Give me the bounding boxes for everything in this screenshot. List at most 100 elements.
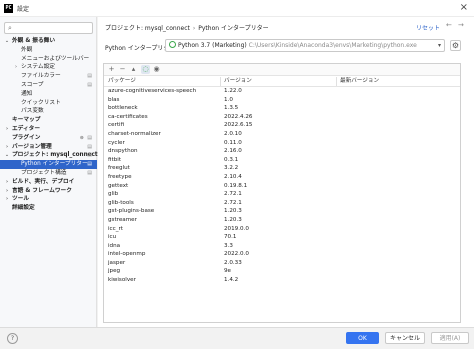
packages-panel: + − ▴ ◌ ◉ パッケージ バージョン 最新バージョン azure-cogn… xyxy=(103,63,461,323)
package-name-cell: bottleneck xyxy=(108,105,138,112)
reset-link[interactable]: リセット xyxy=(416,23,440,32)
add-package-icon[interactable]: + xyxy=(107,65,116,74)
breadcrumb-current: Python インタープリター xyxy=(198,25,269,32)
sidebar-item[interactable]: メニューおよびツールバー xyxy=(0,55,97,64)
package-version-cell: 0.11.0 xyxy=(224,139,242,146)
chevron-right-icon[interactable]: › xyxy=(4,178,10,187)
package-version-cell: 2.16.0 xyxy=(224,148,242,155)
ok-button[interactable]: OK xyxy=(346,332,379,344)
project-scope-icon: ▤ xyxy=(87,169,92,176)
sidebar-item[interactable]: › ツール xyxy=(0,195,97,204)
sidebar-item[interactable]: クイックリスト xyxy=(0,99,97,108)
sidebar-item[interactable]: Python インタープリター ▤ xyxy=(0,160,97,169)
sidebar-item-label: キーマップ xyxy=(12,117,41,124)
table-row[interactable]: jpeg 9e xyxy=(104,267,460,276)
sidebar-item[interactable]: キーマップ xyxy=(0,116,97,125)
gear-icon[interactable]: ⚙ xyxy=(450,40,461,51)
table-row[interactable]: idna 3.3 xyxy=(104,242,460,251)
table-row[interactable]: dnspython 2.16.0 xyxy=(104,147,460,156)
table-row[interactable]: ca-certificates 2022.4.26 xyxy=(104,113,460,122)
sidebar-item[interactable]: スコープ ▤ xyxy=(0,81,97,90)
table-row[interactable]: glib-tools 2.72.1 xyxy=(104,199,460,208)
sidebar-item-label: 言語 & フレームワーク xyxy=(12,187,72,194)
close-icon[interactable]: × xyxy=(460,2,468,14)
sidebar-item[interactable]: ⌄ プロジェクト: mysql_connect ▤ xyxy=(0,151,98,160)
column-package[interactable]: パッケージ xyxy=(108,76,136,87)
table-row[interactable]: jasper 2.0.33 xyxy=(104,259,460,268)
package-name-cell: jpeg xyxy=(108,268,121,275)
help-icon[interactable]: ? xyxy=(7,333,18,344)
table-row[interactable]: charset-normalizer 2.0.10 xyxy=(104,130,460,139)
chevron-right-icon[interactable]: › xyxy=(4,195,10,204)
project-scope-icon: ▤ xyxy=(87,134,92,141)
table-row[interactable]: glib 2.72.1 xyxy=(104,190,460,199)
sidebar-item[interactable]: パス変数 xyxy=(0,107,97,116)
package-name-cell: gstreamer xyxy=(108,216,137,223)
sidebar-item[interactable]: › 言語 & フレームワーク xyxy=(0,187,97,196)
sidebar-item[interactable]: 詳細設定 xyxy=(0,204,97,213)
table-row[interactable]: kiwisolver 1.4.2 xyxy=(104,276,460,285)
package-version-cell: 2022.4.26 xyxy=(224,113,253,120)
table-row[interactable]: gstreamer 1.20.3 xyxy=(104,216,460,225)
chevron-down-icon[interactable]: ⌄ xyxy=(4,151,10,160)
column-divider xyxy=(220,77,221,86)
table-row[interactable]: icu 70.1 xyxy=(104,233,460,242)
sidebar-item-label: Python インタープリター xyxy=(21,161,88,168)
packages-table-body: azure-cognitiveservices-speech 1.22.0 blas… xyxy=(104,87,460,285)
table-row[interactable]: blas 1.0 xyxy=(104,96,460,105)
package-name-cell: glib xyxy=(108,191,119,198)
table-row[interactable]: cycler 0.11.0 xyxy=(104,139,460,148)
chevron-right-icon[interactable]: › xyxy=(13,63,19,72)
interpreter-select[interactable]: Python 3.7 (Marketing) C:\Users\Kinside\… xyxy=(165,39,445,52)
package-version-cell: 3.3 xyxy=(224,242,233,249)
sidebar-item[interactable]: › エディター xyxy=(0,125,97,134)
table-row[interactable]: azure-cognitiveservices-speech 1.22.0 xyxy=(104,87,460,96)
table-row[interactable]: freetype 2.10.4 xyxy=(104,173,460,182)
forward-arrow-icon[interactable]: → xyxy=(458,21,464,29)
sidebar-item-label: ファイルカラー xyxy=(21,73,61,80)
column-latest-version[interactable]: 最新バージョン xyxy=(340,76,379,87)
table-row[interactable]: bottleneck 1.3.5 xyxy=(104,104,460,113)
sidebar-item[interactable]: ファイルカラー ▤ xyxy=(0,72,97,81)
upgrade-package-icon[interactable]: ▴ xyxy=(129,65,138,74)
breadcrumb: プロジェクト: mysql_connect › Python インタープリター xyxy=(105,23,269,32)
table-row[interactable]: gettext 0.19.8.1 xyxy=(104,182,460,191)
sidebar-item[interactable]: › システム設定 xyxy=(0,63,97,72)
column-version[interactable]: バージョン xyxy=(224,76,252,87)
chevron-down-icon[interactable]: ⌄ xyxy=(4,37,10,46)
table-row[interactable]: gst-plugins-base 1.20.3 xyxy=(104,207,460,216)
chevron-right-icon[interactable]: › xyxy=(4,125,10,134)
package-version-cell: 1.20.3 xyxy=(224,208,242,215)
refresh-icon[interactable]: ◌ xyxy=(141,65,150,74)
table-row[interactable]: intel-openmp 2022.0.0 xyxy=(104,250,460,259)
sidebar-item[interactable]: › ビルド、実行、デプロイ xyxy=(0,178,97,187)
title-bar: PC 設定 × xyxy=(0,0,474,17)
sidebar-item[interactable]: ⌄ 外観 & 振る舞い xyxy=(0,37,97,46)
package-name-cell: idna xyxy=(108,242,121,249)
show-early-releases-eye-icon[interactable]: ◉ xyxy=(152,65,161,74)
breadcrumb-separator-icon: › xyxy=(192,25,196,32)
sidebar-item[interactable]: プラグイン ▤ ⊕ xyxy=(0,134,97,143)
chevron-right-icon[interactable]: › xyxy=(4,143,10,152)
breadcrumb-project[interactable]: プロジェクト: mysql_connect xyxy=(105,25,190,32)
apply-button[interactable]: 適用(A) xyxy=(431,332,469,344)
table-row[interactable]: icc_rt 2019.0.0 xyxy=(104,225,460,234)
package-name-cell: cycler xyxy=(108,139,125,146)
remove-package-icon[interactable]: − xyxy=(118,65,127,74)
sidebar-item[interactable]: プロジェクト構造 ▤ xyxy=(0,169,97,178)
sidebar-item-label: プロジェクト: mysql_connect xyxy=(12,152,98,159)
settings-search-input[interactable]: ⌕ xyxy=(4,22,93,34)
sidebar-item[interactable]: › バージョン管理 ▤ xyxy=(0,143,97,152)
table-row[interactable]: certifi 2022.6.15 xyxy=(104,121,460,130)
cancel-button[interactable]: キャンセル xyxy=(385,332,425,344)
sidebar-item[interactable]: 外観 xyxy=(0,46,97,55)
package-name-cell: icu xyxy=(108,234,117,241)
table-row[interactable]: freeglut 3.2.2 xyxy=(104,164,460,173)
chevron-right-icon[interactable]: › xyxy=(4,187,10,196)
project-scope-icon: ▤ xyxy=(87,73,92,80)
back-arrow-icon[interactable]: ← xyxy=(446,21,452,29)
package-name-cell: icc_rt xyxy=(108,225,123,232)
table-row[interactable]: fitbit 0.3.1 xyxy=(104,156,460,165)
sidebar-item-label: 通知 xyxy=(21,90,33,97)
sidebar-item[interactable]: 通知 xyxy=(0,90,97,99)
